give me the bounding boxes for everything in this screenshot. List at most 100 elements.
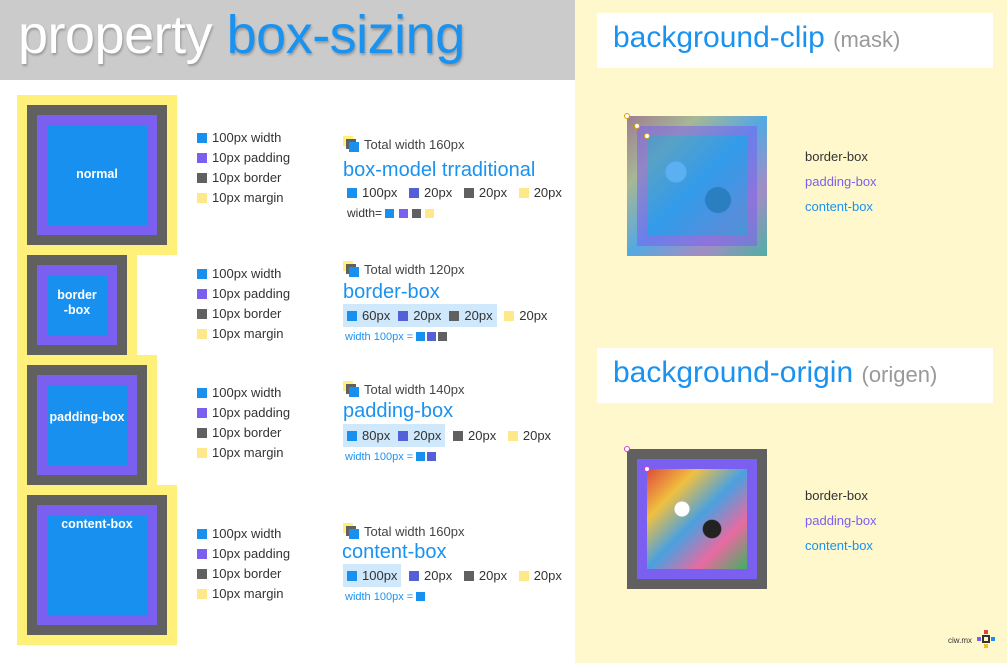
model-title-3: padding-box — [343, 400, 454, 422]
handle-dot — [644, 133, 650, 139]
box-normal-label: normal — [76, 167, 118, 181]
border-swatch-icon — [197, 428, 207, 438]
legend-width: 100px width — [212, 130, 282, 145]
border-swatch-icon — [463, 188, 474, 198]
value-border: 20px — [464, 308, 493, 323]
total-width-text: Total width 120px — [364, 262, 465, 277]
legend-row-4: 100px width 10px padding 10px border 10p… — [197, 524, 290, 604]
handle-dot — [624, 446, 630, 452]
border-swatch-icon — [197, 569, 207, 579]
border-swatch-icon — [453, 431, 464, 441]
total-width-2: Total width 120px — [343, 261, 464, 278]
margin-swatch-icon — [518, 188, 529, 198]
legend-margin: 10px margin — [212, 586, 284, 601]
legend-width: 100px width — [212, 266, 282, 281]
box-border-label-line2: -box — [63, 303, 91, 317]
box-stack-icon — [343, 523, 360, 540]
margin-swatch-icon — [504, 311, 515, 321]
padding-swatch-icon — [398, 431, 409, 441]
margin-swatch-icon — [425, 209, 435, 218]
width-swatch-icon — [197, 388, 207, 398]
value-width: 80px — [362, 428, 391, 443]
legend-width: 100px width — [212, 385, 282, 400]
origin-demo — [624, 446, 767, 589]
margin-swatch-icon — [518, 571, 529, 581]
values-3: 80px 20px 20px 20px — [343, 424, 555, 447]
border-swatch-icon — [463, 571, 474, 581]
value-padding: 20px — [424, 185, 453, 200]
origin-subtitle: (origen) — [861, 362, 938, 387]
legend-margin: 10px margin — [212, 190, 284, 205]
formula-2: width 100px = — [345, 331, 449, 343]
origin-image — [647, 469, 747, 569]
clip-title-box: background-clip (mask) — [597, 13, 993, 68]
value-padding: 20px — [413, 308, 442, 323]
origin-title-box: background-origin (origen) — [597, 348, 993, 403]
clip-label-padding: padding-box — [805, 174, 877, 189]
box-content-label: content-box — [61, 517, 133, 531]
legend-padding: 10px padding — [212, 150, 291, 165]
legend-row-1: 100px width 10px padding 10px border 10p… — [197, 128, 290, 208]
border-swatch-icon — [449, 311, 460, 321]
page-title: property box-sizing — [18, 2, 465, 68]
border-swatch-icon — [412, 209, 422, 218]
formula-text: width= — [347, 206, 383, 220]
width-swatch-icon — [347, 188, 357, 198]
width-swatch-icon — [197, 133, 207, 143]
total-width-text: Total width 160px — [364, 524, 465, 539]
model-title-4: content-box — [342, 541, 447, 563]
clip-title: background-clip (mask) — [613, 21, 900, 55]
values-4: 100px 20px 20px 20px — [343, 564, 566, 587]
origin-labels: border-box padding-box content-box — [805, 483, 877, 558]
value-padding: 20px — [413, 428, 442, 443]
title-word-box-sizing: box-sizing — [226, 5, 466, 65]
total-width-3: Total width 140px — [343, 381, 464, 398]
value-border: 20px — [478, 568, 508, 583]
formula-1: width= — [347, 206, 435, 220]
width-swatch-icon — [385, 209, 395, 218]
model-title-2: border-box — [343, 281, 440, 303]
width-swatch-icon — [197, 529, 207, 539]
value-margin: 20px — [533, 185, 562, 200]
clip-content-area — [647, 136, 747, 236]
legend-padding: 10px padding — [212, 405, 291, 420]
margin-swatch-icon — [197, 193, 207, 203]
formula-3: width 100px = — [345, 451, 438, 463]
clip-label-border: border-box — [805, 149, 868, 164]
padding-swatch-icon — [427, 452, 437, 461]
origin-title-text: background-origin — [613, 356, 854, 389]
legend-border: 10px border — [212, 170, 282, 185]
logo-icon — [977, 630, 995, 648]
box-stack-icon — [343, 261, 360, 278]
width-swatch-icon — [416, 592, 426, 601]
formula-text: width 100px = — [345, 591, 414, 603]
total-width-text: Total width 160px — [364, 137, 465, 152]
formula-4: width 100px = — [345, 591, 427, 603]
origin-title: background-origin (origen) — [613, 356, 937, 390]
legend-margin: 10px margin — [212, 445, 284, 460]
box-border-label-line1: border — [57, 288, 97, 302]
border-swatch-icon — [197, 173, 207, 183]
handle-dot — [644, 466, 650, 472]
value-width: 60px — [362, 308, 391, 323]
values-2: 60px 20px 20px 20px — [343, 304, 551, 327]
width-swatch-icon — [347, 311, 357, 321]
padding-swatch-icon — [409, 571, 420, 581]
box-padding-content — [47, 385, 127, 465]
value-width: 100px — [362, 568, 398, 583]
formula-text: width 100px = — [345, 331, 414, 343]
model-title-1: box-model trraditional — [343, 159, 536, 181]
legend-row-2: 100px width 10px padding 10px border 10p… — [197, 264, 290, 344]
value-margin: 20px — [519, 308, 548, 323]
handle-dot — [634, 123, 640, 129]
box-border-label: border -box — [47, 288, 107, 318]
padding-swatch-icon — [398, 311, 409, 321]
box-stack-icon — [343, 136, 360, 153]
value-border: 20px — [478, 185, 508, 200]
legend-border: 10px border — [212, 306, 282, 321]
legend-border: 10px border — [212, 425, 282, 440]
border-swatch-icon — [438, 332, 448, 341]
origin-label-content: content-box — [805, 538, 873, 553]
clip-title-text: background-clip — [613, 21, 825, 54]
clip-subtitle: (mask) — [833, 27, 901, 52]
